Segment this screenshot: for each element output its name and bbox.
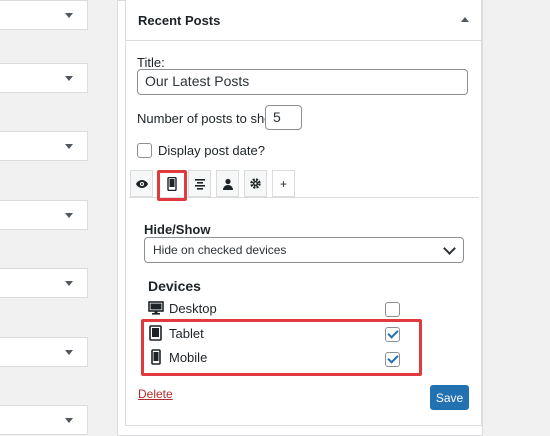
hide-show-select-value: Hide on checked devices <box>153 243 287 257</box>
device-label-desktop: Desktop <box>169 301 217 316</box>
widget-header[interactable]: Recent Posts <box>126 0 481 41</box>
eye-icon <box>135 179 148 188</box>
title-label: Title: <box>137 55 165 70</box>
tab-visibility-eye[interactable] <box>130 170 153 197</box>
device-row-desktop: Desktop <box>148 299 408 319</box>
posts-count-label: Number of posts to show: <box>137 111 285 126</box>
collapsed-widgets-column <box>0 0 88 436</box>
posts-count-input[interactable]: 5 <box>265 105 302 130</box>
chevron-down-icon[interactable] <box>65 144 73 149</box>
tab-settings[interactable] <box>244 170 267 197</box>
widget-title: Recent Posts <box>138 13 221 28</box>
devices-heading: Devices <box>148 278 201 294</box>
collapsed-widget-7[interactable] <box>0 405 88 435</box>
collapsed-widget-5[interactable] <box>0 268 88 298</box>
chevron-down-icon[interactable] <box>65 418 73 423</box>
tab-user-roles[interactable] <box>216 170 239 197</box>
display-date-checkbox[interactable] <box>137 143 152 158</box>
display-date-label: Display post date? <box>158 143 265 158</box>
desktop-icon <box>148 301 164 315</box>
user-icon <box>222 178 233 190</box>
align-center-icon <box>194 178 205 190</box>
devices-highlight <box>141 319 422 376</box>
save-button[interactable]: Save <box>430 385 469 410</box>
gear-icon <box>250 178 261 189</box>
collapsed-widget-2[interactable] <box>0 63 88 93</box>
chevron-down-icon[interactable] <box>65 13 73 18</box>
hide-show-select[interactable]: Hide on checked devices <box>144 237 464 263</box>
chevron-down-icon[interactable] <box>65 281 73 286</box>
collapsed-widget-1[interactable] <box>0 0 88 30</box>
tab-alignment[interactable] <box>188 170 211 197</box>
delete-link[interactable]: Delete <box>138 387 173 401</box>
title-input[interactable]: Our Latest Posts <box>137 69 468 95</box>
desktop-checkbox[interactable] <box>385 302 400 317</box>
chevron-down-icon <box>443 242 456 255</box>
chevron-up-icon[interactable] <box>461 17 469 22</box>
hide-show-heading: Hide/Show <box>144 222 211 237</box>
tab-add[interactable]: + <box>272 170 295 197</box>
plus-icon: + <box>279 176 287 191</box>
chevron-down-icon[interactable] <box>65 213 73 218</box>
active-tab-highlight <box>157 170 187 201</box>
chevron-down-icon[interactable] <box>65 76 73 81</box>
chevron-down-icon[interactable] <box>65 350 73 355</box>
collapsed-widget-6[interactable] <box>0 337 88 367</box>
collapsed-widget-3[interactable] <box>0 131 88 161</box>
collapsed-widget-4[interactable] <box>0 200 88 230</box>
